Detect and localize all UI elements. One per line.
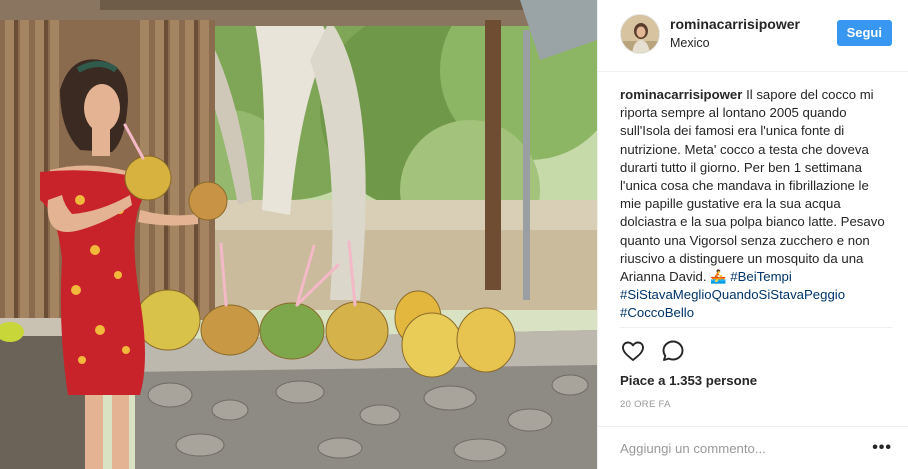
divider — [620, 327, 892, 328]
caption-text: Il sapore del cocco mi riporta sempre al… — [620, 87, 885, 285]
hashtag-beitempi[interactable]: #BeiTempi — [730, 269, 792, 284]
avatar-image — [621, 15, 659, 53]
caption-username[interactable]: rominacarrisipower — [620, 87, 742, 102]
follow-button[interactable]: Segui — [836, 20, 892, 46]
username[interactable]: rominacarrisipower — [670, 16, 800, 32]
user-block: rominacarrisipower Mexico — [670, 16, 800, 50]
timestamp[interactable]: 20 ORE FA — [620, 399, 671, 410]
heart-icon[interactable] — [620, 338, 646, 364]
comment-icon[interactable] — [660, 338, 686, 364]
hashtag-sistavameglio[interactable]: #SiStavaMeglioQuandoSiStavaPeggio — [620, 287, 845, 302]
more-dots-icon[interactable]: ••• — [872, 439, 892, 457]
hashtag-coccobello[interactable]: #CoccoBello — [620, 305, 694, 320]
likes-count[interactable]: Piace a 1.353 persone — [620, 373, 757, 388]
caption: rominacarrisipower Il sapore del cocco m… — [598, 72, 908, 328]
post-side-panel: rominacarrisipower Mexico Segui rominaca… — [597, 0, 908, 469]
comment-row: ••• — [598, 426, 908, 469]
coconut-photo — [0, 0, 597, 469]
instagram-post: rominacarrisipower Mexico Segui rominaca… — [0, 0, 908, 469]
location[interactable]: Mexico — [670, 36, 800, 50]
avatar[interactable] — [620, 14, 660, 54]
action-bar — [620, 338, 686, 364]
comment-input[interactable] — [620, 440, 873, 456]
post-photo[interactable] — [0, 0, 597, 469]
post-header: rominacarrisipower Mexico Segui — [598, 0, 908, 72]
